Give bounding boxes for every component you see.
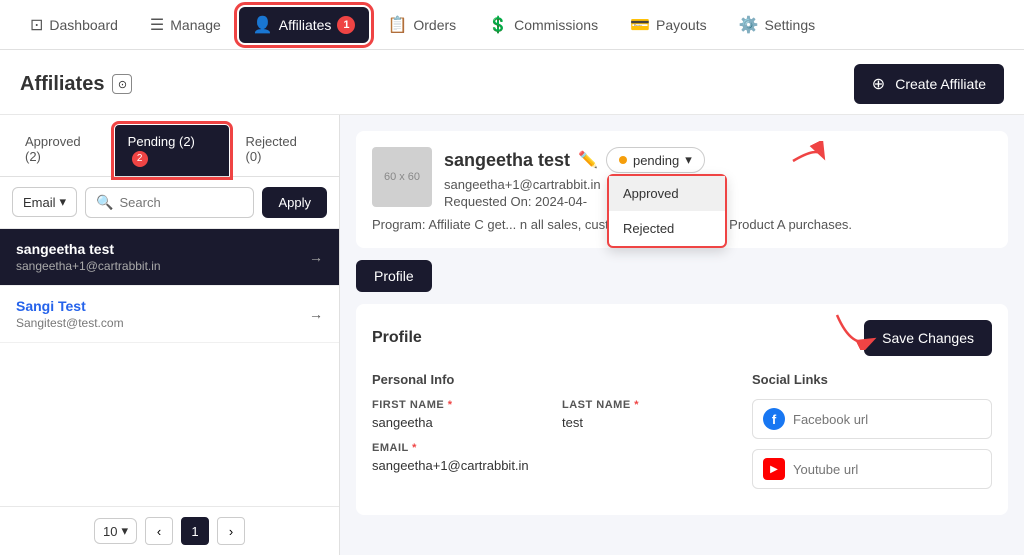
- per-page-select-wrapper[interactable]: 10 ▾: [94, 518, 137, 544]
- tab-approved[interactable]: Approved (2): [12, 125, 111, 176]
- status-dropdown[interactable]: pending ▾ Approved Rejected: [606, 147, 705, 173]
- per-page-chevron-icon: ▾: [121, 523, 128, 539]
- page-header: Affiliates ⊙ ⊕Create Affiliate: [0, 50, 1024, 115]
- nav-badge-affiliates: 1: [337, 16, 355, 34]
- affiliate-name-2: Sangi Test: [16, 298, 124, 314]
- affiliate-name-1: sangeetha test: [16, 241, 161, 257]
- social-links-section: Social Links f ▶: [752, 372, 992, 499]
- manage-icon: ☰: [150, 15, 164, 35]
- email-label: EMAIL *: [372, 442, 736, 454]
- personal-info-section: Personal Info FIRST NAME * sangeetha LAS…: [372, 372, 736, 499]
- tab-rejected[interactable]: Rejected (0): [233, 125, 327, 176]
- status-option-approved[interactable]: Approved: [609, 176, 725, 211]
- email-field: EMAIL * sangeetha+1@cartrabbit.in: [372, 442, 736, 473]
- last-name-value: test: [562, 415, 736, 430]
- first-name-label: FIRST NAME *: [372, 399, 546, 411]
- payouts-icon: 💳: [630, 15, 650, 35]
- arrow-right-icon-1: →: [309, 249, 323, 265]
- facebook-input-wrapper: f: [752, 399, 992, 439]
- affiliate-email-2: Sangitest@test.com: [16, 316, 124, 330]
- required-star-2: *: [634, 399, 639, 411]
- affiliates-icon: 👤: [253, 15, 273, 35]
- right-panel: 60 x 60 sangeetha test ✏️ pending ▾: [340, 115, 1024, 555]
- nav-item-dashboard[interactable]: ⊡ Dashboard: [16, 7, 132, 43]
- per-page-value: 10: [103, 524, 117, 539]
- last-name-label: LAST NAME *: [562, 399, 736, 411]
- profile-section-title: Profile: [372, 329, 422, 347]
- personal-info-label: Personal Info: [372, 372, 736, 387]
- pending-badge: 2: [132, 151, 148, 167]
- required-star-3: *: [412, 442, 417, 454]
- affiliate-list: sangeetha test sangeetha+1@cartrabbit.in…: [0, 229, 339, 507]
- status-chevron-icon: ▾: [685, 152, 692, 168]
- facebook-icon: f: [763, 408, 785, 430]
- first-name-value: sangeetha: [372, 415, 546, 430]
- orders-icon: 📋: [387, 15, 407, 35]
- page-title: Affiliates: [20, 73, 104, 96]
- youtube-url-input[interactable]: [793, 462, 981, 477]
- affiliate-email-1: sangeetha+1@cartrabbit.in: [16, 259, 161, 273]
- profile-section-card: Profile Save Changes Personal Info: [356, 304, 1008, 515]
- nav-item-payouts[interactable]: 💳 Payouts: [616, 7, 721, 43]
- avatar-placeholder: 60 x 60: [372, 147, 432, 207]
- next-page-button[interactable]: ›: [217, 517, 245, 545]
- last-name-field: LAST NAME * test: [562, 399, 736, 430]
- search-icon: 🔍: [96, 194, 113, 211]
- edit-affiliate-icon[interactable]: ✏️: [578, 150, 598, 170]
- sidebar: Approved (2) Pending (2) 2 Rejected (0) …: [0, 115, 340, 555]
- affiliate-detail-card: 60 x 60 sangeetha test ✏️ pending ▾: [356, 131, 1008, 248]
- affiliate-item-2[interactable]: Sangi Test Sangitest@test.com →: [0, 286, 339, 343]
- social-links-label: Social Links: [752, 372, 992, 387]
- status-dot: [619, 156, 627, 164]
- nav-item-affiliates[interactable]: 👤 Affiliates 1: [239, 7, 370, 43]
- filter-select-label: Email: [23, 195, 56, 210]
- pagination: 10 ▾ ‹ 1 ›: [0, 506, 339, 555]
- chevron-down-icon: ▾: [60, 194, 67, 210]
- nav-item-settings[interactable]: ⚙️ Settings: [725, 7, 830, 43]
- tab-pending[interactable]: Pending (2) 2: [115, 125, 229, 176]
- save-changes-button[interactable]: Save Changes: [864, 320, 992, 356]
- create-affiliate-button[interactable]: ⊕Create Affiliate: [854, 64, 1004, 104]
- tab-profile[interactable]: Profile: [356, 260, 432, 292]
- youtube-input-wrapper: ▶: [752, 449, 992, 489]
- facebook-url-input[interactable]: [793, 412, 981, 427]
- top-nav: ⊡ Dashboard ☰ Manage 👤 Affiliates 1 📋 Or…: [0, 0, 1024, 50]
- search-input-wrapper: 🔍: [85, 187, 254, 218]
- apply-button[interactable]: Apply: [262, 187, 327, 218]
- status-label: pending: [633, 153, 679, 168]
- nav-item-manage[interactable]: ☰ Manage: [136, 7, 235, 43]
- prev-page-button[interactable]: ‹: [145, 517, 173, 545]
- red-arrow-to-save: [832, 310, 882, 350]
- status-dropdown-menu: Approved Rejected: [607, 174, 727, 248]
- profile-tabs: Profile: [356, 260, 1008, 292]
- search-input[interactable]: [119, 195, 243, 210]
- youtube-icon: ▶: [763, 458, 785, 480]
- commissions-icon: 💲: [488, 15, 508, 35]
- nav-item-commissions[interactable]: 💲 Commissions: [474, 7, 612, 43]
- settings-icon: ⚙️: [739, 15, 759, 35]
- arrow-right-icon-2: →: [309, 306, 323, 322]
- first-name-field: FIRST NAME * sangeetha: [372, 399, 546, 430]
- red-arrow-to-dropdown: [788, 141, 828, 171]
- page-title-icon[interactable]: ⊙: [112, 74, 132, 94]
- status-option-rejected[interactable]: Rejected: [609, 211, 725, 246]
- filter-select-wrapper[interactable]: Email ▾: [12, 187, 77, 217]
- page-1-button[interactable]: 1: [181, 517, 209, 545]
- plus-circle-icon: ⊕: [872, 74, 885, 94]
- sidebar-tabs: Approved (2) Pending (2) 2 Rejected (0): [0, 115, 339, 177]
- filter-row: Email ▾ 🔍 Apply: [0, 177, 339, 229]
- affiliate-item[interactable]: sangeetha test sangeetha+1@cartrabbit.in…: [0, 229, 339, 286]
- affiliate-detail-name: sangeetha test: [444, 150, 570, 171]
- nav-item-orders[interactable]: 📋 Orders: [373, 7, 470, 43]
- required-star-1: *: [448, 399, 453, 411]
- dashboard-icon: ⊡: [30, 15, 43, 35]
- email-value: sangeetha+1@cartrabbit.in: [372, 458, 736, 473]
